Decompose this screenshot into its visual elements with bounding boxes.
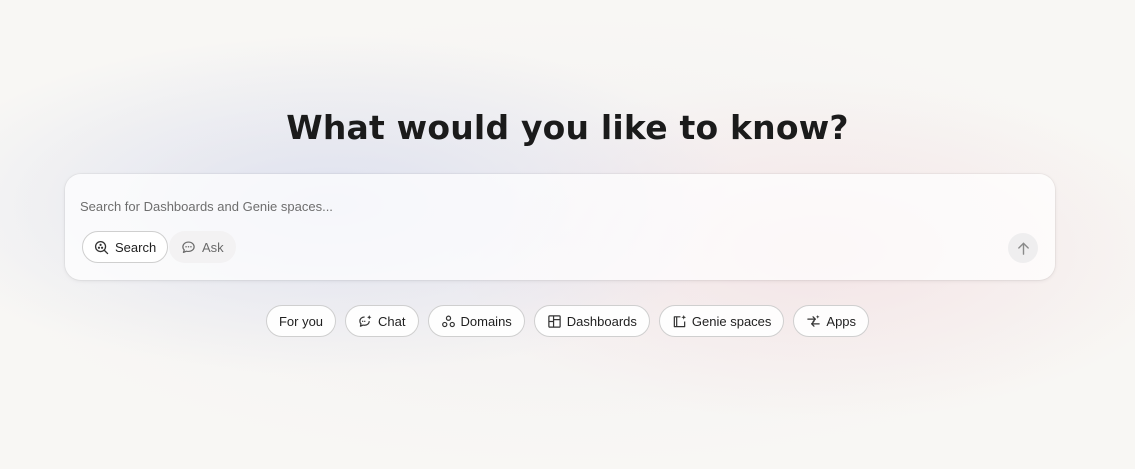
chat-bubble-icon — [181, 240, 196, 255]
search-mode-button[interactable]: Search — [82, 231, 169, 263]
chip-dashboards[interactable]: Dashboards — [533, 305, 650, 337]
chip-label: Dashboards — [566, 313, 637, 329]
search-mode-label: Search — [115, 239, 157, 255]
chip-apps[interactable]: Apps — [793, 305, 870, 337]
chip-label: Genie spaces — [691, 313, 772, 329]
chip-label: Chat — [378, 313, 406, 329]
chip-genie-spaces[interactable]: Genie spaces — [658, 305, 785, 337]
chip-label: For you — [278, 313, 324, 329]
chip-label: Apps — [826, 313, 857, 329]
apps-icon — [806, 314, 821, 329]
chip-for-you[interactable]: For you — [265, 305, 337, 337]
chip-domains[interactable]: Domains — [427, 305, 525, 337]
search-input[interactable] — [80, 196, 980, 216]
search-mode-icon — [94, 240, 109, 255]
category-chips: For you Chat Domains Dashboards Genie sp… — [0, 305, 1135, 337]
domains-icon — [441, 314, 456, 329]
ask-mode-button[interactable]: Ask — [169, 231, 236, 263]
chip-chat[interactable]: Chat — [345, 305, 419, 337]
ask-mode-label: Ask — [202, 239, 224, 255]
chip-label: Domains — [460, 313, 512, 329]
arrow-up-icon — [1016, 241, 1031, 256]
chat-sparkle-icon — [358, 314, 373, 329]
page-title: What would you like to know? — [286, 108, 849, 147]
search-card: Search Ask — [65, 174, 1055, 280]
dashboard-icon — [547, 314, 562, 329]
genie-space-icon — [672, 314, 687, 329]
submit-button[interactable] — [1008, 233, 1038, 263]
